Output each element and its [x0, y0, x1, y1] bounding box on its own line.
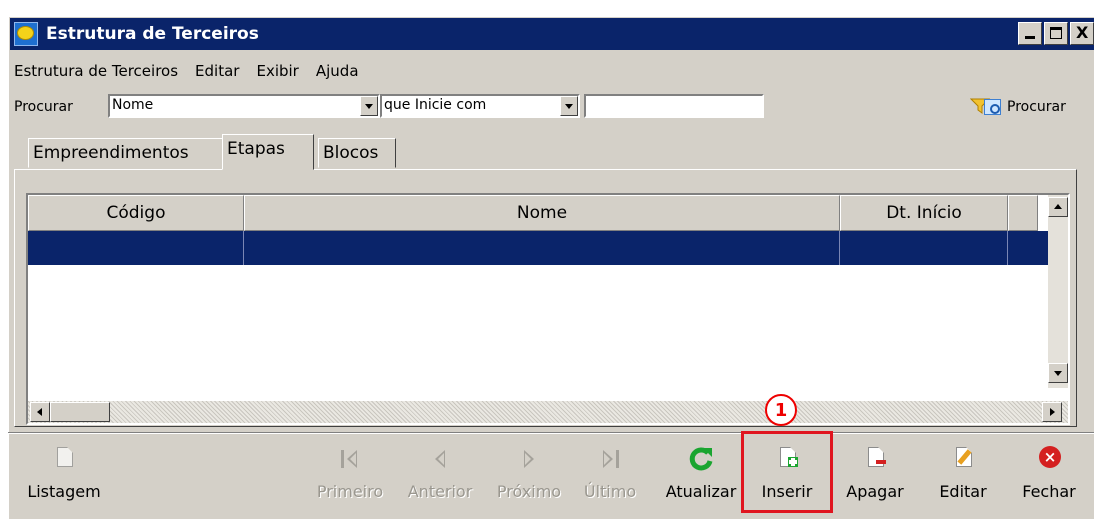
ultimo-label: Último [583, 482, 637, 501]
scroll-left-icon[interactable] [30, 402, 50, 422]
search-field-select[interactable]: Nome [108, 94, 380, 118]
fechar-label: Fechar [1022, 482, 1076, 501]
table-cell[interactable] [28, 231, 244, 265]
edit-document-icon [948, 444, 978, 474]
toolbar-separator [8, 432, 1094, 434]
horizontal-scroll-thumb[interactable] [50, 402, 110, 422]
search-button-label: Procurar [1007, 99, 1066, 115]
search-condition-select[interactable]: que Inicie com [380, 94, 580, 118]
proximo-button[interactable]: Próximo [490, 440, 568, 510]
fechar-button[interactable]: × Fechar [1014, 440, 1084, 510]
scroll-up-icon[interactable] [1048, 197, 1068, 217]
search-button[interactable]: Procurar [982, 94, 1066, 120]
data-grid[interactable]: Código Nome Dt. Início [26, 193, 1070, 425]
menu-ajuda[interactable]: Ajuda [316, 62, 359, 80]
search-row: Procurar Nome que Inicie com Procurar [8, 91, 1094, 121]
anterior-label: Anterior [407, 482, 473, 501]
proximo-label: Próximo [496, 482, 562, 501]
window-title: Estrutura de Terceiros [46, 24, 259, 44]
search-input[interactable] [584, 94, 764, 118]
primeiro-label: Primeiro [316, 482, 384, 501]
atualizar-button[interactable]: Atualizar [662, 440, 740, 510]
column-header-codigo[interactable]: Código [28, 195, 244, 231]
close-window-button[interactable]: X [1070, 22, 1094, 45]
apagar-button[interactable]: Apagar [840, 440, 910, 510]
refresh-icon [689, 447, 713, 471]
last-record-icon [595, 444, 625, 474]
next-record-icon [514, 444, 544, 474]
menu-estrutura[interactable]: Estrutura de Terceiros [14, 62, 178, 80]
inserir-label: Inserir [761, 482, 813, 501]
first-record-icon [335, 444, 365, 474]
maximize-button[interactable] [1044, 22, 1068, 45]
anterior-button[interactable]: Anterior [400, 440, 480, 510]
chevron-down-icon[interactable] [560, 96, 578, 116]
tab-empreendimentos[interactable]: Empreendimentos [28, 138, 224, 168]
tab-etapas[interactable]: Etapas [222, 134, 314, 170]
inserir-button[interactable]: Inserir [752, 440, 822, 510]
window-controls: X [1016, 22, 1094, 45]
minimize-icon [1025, 36, 1035, 39]
title-bar[interactable]: Estrutura de Terceiros X [10, 18, 1094, 50]
listagem-button[interactable]: Listagem [24, 440, 104, 510]
atualizar-label: Atualizar [665, 482, 737, 501]
search-label: Procurar [14, 99, 73, 115]
apagar-label: Apagar [846, 482, 904, 501]
vertical-scrollbar[interactable] [1048, 195, 1068, 388]
close-icon: × [1034, 444, 1064, 474]
menu-editar[interactable]: Editar [195, 62, 239, 80]
scroll-right-icon[interactable] [1042, 402, 1062, 422]
horizontal-scrollbar[interactable] [28, 401, 1068, 423]
table-cell[interactable] [244, 231, 840, 265]
close-icon: X [1076, 23, 1089, 42]
editar-button[interactable]: Editar [928, 440, 998, 510]
primeiro-button[interactable]: Primeiro [315, 440, 385, 510]
annotation-marker: 1 [765, 394, 797, 426]
tab-blocos[interactable]: Blocos [318, 138, 396, 168]
grid-header: Código Nome Dt. Início [28, 195, 1038, 231]
chevron-down-icon[interactable] [360, 96, 378, 116]
table-cell[interactable] [840, 231, 1008, 265]
search-window-icon [982, 97, 1004, 117]
report-icon [49, 444, 79, 474]
search-field-value: Nome [112, 97, 154, 113]
column-header-extra [1008, 195, 1038, 231]
column-header-nome[interactable]: Nome [244, 195, 840, 231]
delete-document-icon [860, 444, 890, 474]
tab-label: Empreendimentos [33, 143, 189, 163]
editar-label: Editar [939, 482, 987, 501]
tab-label: Blocos [323, 143, 379, 163]
menu-exibir[interactable]: Exibir [256, 62, 298, 80]
previous-record-icon [425, 444, 455, 474]
add-document-icon [772, 444, 802, 474]
menu-bar: Estrutura de Terceiros Editar Exibir Aju… [14, 62, 359, 80]
table-row[interactable] [28, 231, 1054, 265]
scroll-down-icon[interactable] [1048, 363, 1068, 383]
search-condition-value: que Inicie com [384, 97, 487, 113]
app-icon [14, 22, 38, 46]
tab-label: Etapas [227, 139, 285, 159]
ultimo-button[interactable]: Último [580, 440, 640, 510]
column-header-dt-inicio[interactable]: Dt. Início [840, 195, 1008, 231]
listagem-label: Listagem [27, 482, 101, 501]
maximize-icon [1050, 27, 1062, 39]
minimize-button[interactable] [1018, 22, 1042, 45]
